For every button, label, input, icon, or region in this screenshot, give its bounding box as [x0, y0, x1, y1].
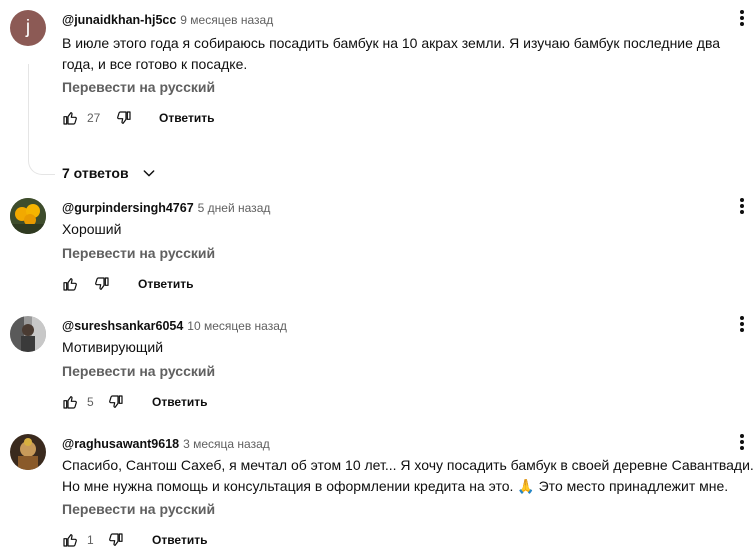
comment-text-line: В июле этого года я собираюсь посадить б… — [62, 35, 721, 51]
like-count: 1 — [87, 533, 94, 547]
comment: @sureshsankar6054 10 месяцев назад Мотиви… — [0, 316, 754, 416]
avatar[interactable] — [10, 434, 46, 470]
like-button[interactable]: 5 — [62, 392, 94, 412]
more-vert-icon — [740, 316, 744, 320]
comment: j @junaidkhan-hj5cc 9 месяцев назад В июл… — [0, 10, 754, 185]
like-button[interactable]: 1 — [62, 530, 94, 550]
thumbs-up-icon — [63, 278, 77, 291]
replies-count: 7 ответов — [62, 165, 129, 181]
comment-text: Спасибо, Сантош Сахеб, я мечтал об этом … — [62, 455, 754, 497]
comment-author[interactable]: @raghusawant9618 — [62, 437, 179, 451]
comment-header: @raghusawant9618 3 месяца назад — [62, 436, 270, 452]
comment-text-line: Хороший — [62, 221, 122, 237]
dislike-button[interactable] — [94, 274, 110, 294]
comment: @raghusawant9618 3 месяца назад Спасибо, … — [0, 434, 754, 553]
comment-text-line: Но мне нужна помощь и консультация в офо… — [62, 478, 729, 494]
reply-button[interactable]: Ответить — [159, 108, 214, 128]
thumbs-up-icon — [63, 534, 77, 547]
comment-text-line: Мотивирующий — [62, 339, 164, 355]
more-vert-icon — [740, 446, 744, 450]
comment-text-line: Спасибо, Сантош Сахеб, я мечтал об этом … — [62, 457, 754, 473]
comment-time[interactable]: 10 месяцев назад — [187, 319, 287, 333]
like-count: 27 — [87, 111, 101, 125]
comment-text: В июле этого года я собираюсь посадить б… — [62, 33, 720, 75]
comment-time[interactable]: 9 месяцев назад — [180, 13, 273, 27]
more-vert-icon — [740, 322, 744, 326]
more-vert-icon — [740, 10, 744, 14]
comment-time[interactable]: 3 месяца назад — [183, 437, 270, 451]
more-vert-icon — [740, 210, 744, 214]
more-vert-icon — [740, 440, 744, 444]
dislike-button[interactable] — [108, 530, 124, 550]
replies-toggle[interactable]: 7 ответов — [62, 162, 157, 184]
thumbs-down-icon — [109, 533, 123, 546]
comment-time[interactable]: 5 дней назад — [198, 201, 271, 215]
translate-link[interactable]: Перевести на русский — [62, 501, 215, 517]
comment-text: Мотивирующий — [62, 337, 163, 358]
more-vert-icon — [740, 204, 744, 208]
reply-button[interactable]: Ответить — [152, 392, 207, 412]
thumbs-up-icon — [63, 112, 77, 125]
avatar[interactable] — [10, 316, 46, 352]
more-vert-icon — [740, 434, 744, 438]
reply-button[interactable]: Ответить — [138, 274, 193, 294]
thumbs-up-icon — [63, 396, 77, 409]
translate-link[interactable]: Перевести на русский — [62, 363, 215, 379]
thumbs-down-icon — [117, 111, 131, 124]
dislike-button[interactable] — [116, 108, 132, 128]
translate-link[interactable]: Перевести на русский — [62, 79, 215, 95]
more-vert-icon — [740, 328, 744, 332]
person-avatar-image — [10, 316, 46, 352]
deity-avatar-image — [10, 434, 46, 470]
more-vert-icon — [740, 198, 744, 202]
like-button[interactable]: 27 — [62, 108, 100, 128]
comment: @gurpindersingh4767 5 дней назад Хороший … — [0, 198, 754, 298]
flower-avatar-image — [10, 198, 46, 234]
thread-line — [28, 64, 55, 175]
comment-menu[interactable] — [738, 198, 746, 218]
comment-author[interactable]: @sureshsankar6054 — [62, 319, 183, 333]
comment-header: @gurpindersingh4767 5 дней назад — [62, 200, 270, 216]
like-button[interactable] — [62, 274, 78, 294]
comment-text: Хороший — [62, 219, 121, 240]
thumbs-down-icon — [95, 277, 109, 290]
comment-text-line: года, и все готово к посадке. — [62, 56, 248, 72]
more-vert-icon — [740, 16, 744, 20]
avatar[interactable]: j — [10, 10, 46, 46]
like-count: 5 — [87, 395, 94, 409]
comment-author[interactable]: @gurpindersingh4767 — [62, 201, 194, 215]
dislike-button[interactable] — [108, 392, 124, 412]
reply-button[interactable]: Ответить — [152, 530, 207, 550]
comment-menu[interactable] — [738, 10, 746, 30]
avatar[interactable] — [10, 198, 46, 234]
comment-header: @junaidkhan-hj5cc 9 месяцев назад — [62, 12, 273, 28]
comment-header: @sureshsankar6054 10 месяцев назад — [62, 318, 287, 334]
comment-menu[interactable] — [738, 434, 746, 454]
translate-link[interactable]: Перевести на русский — [62, 245, 215, 261]
chevron-down-icon — [143, 170, 154, 177]
comment-author[interactable]: @junaidkhan-hj5cc — [62, 13, 176, 27]
comment-menu[interactable] — [738, 316, 746, 336]
thumbs-down-icon — [109, 395, 123, 408]
more-vert-icon — [740, 22, 744, 26]
